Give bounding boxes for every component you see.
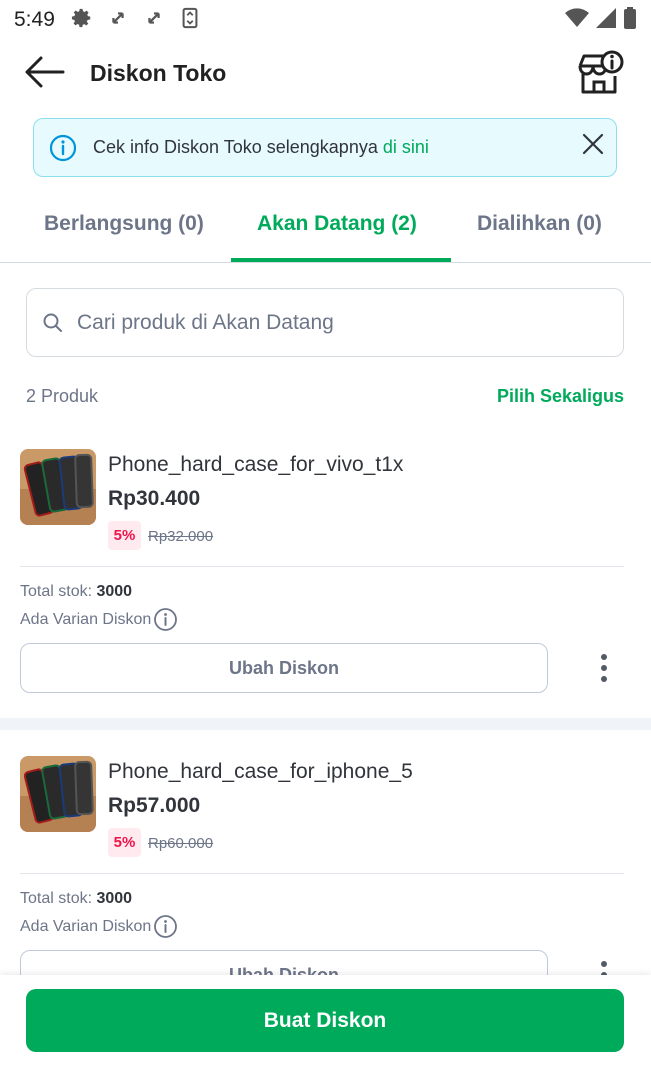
product-count: 2 Produk (26, 386, 99, 406)
product-card: Phone_hard_case_for_iphone_5 Rp57.000 5%… (0, 730, 651, 975)
card-separator (0, 718, 651, 730)
battery-icon (623, 6, 637, 34)
product-image[interactable] (20, 449, 96, 525)
info-banner: Cek info Diskon Toko selengkapnya di sin… (33, 118, 617, 177)
card-divider (20, 873, 624, 874)
product-image[interactable] (20, 756, 96, 832)
stock-info: Total stok: 3000 (20, 890, 132, 908)
tab-bar: Berlangsung (0) Akan Datang (2) Dialihka… (0, 195, 651, 263)
status-time: 5:49 (14, 8, 55, 31)
create-discount-button[interactable]: Buat Diskon (26, 989, 624, 1052)
info-icon[interactable] (153, 607, 178, 637)
tab-berlangsung[interactable]: Berlangsung (0) (44, 212, 204, 236)
stock-value: 3000 (96, 890, 133, 907)
product-name[interactable]: Phone_hard_case_for_iphone_5 (108, 760, 413, 784)
page-title: Diskon Toko (90, 60, 227, 86)
tab-akan-datang[interactable]: Akan Datang (2) (257, 212, 417, 236)
tab-dialihkan[interactable]: Dialihkan (0) (477, 212, 602, 236)
original-price: Rp32.000 (148, 528, 214, 545)
sync-icon (143, 7, 165, 34)
status-bar: 5:49 (0, 0, 651, 40)
back-button[interactable] (22, 56, 66, 92)
status-icons-right (565, 6, 637, 34)
discount-badge: 5% (108, 521, 141, 550)
gear-icon (71, 7, 93, 34)
info-icon[interactable] (153, 914, 178, 944)
sync-icon (107, 7, 129, 34)
wifi-icon (565, 7, 589, 34)
signal-icon (595, 7, 617, 34)
select-all-link[interactable]: Pilih Sekaligus (497, 386, 624, 407)
card-divider (20, 566, 624, 567)
active-tab-indicator (231, 258, 451, 262)
close-icon[interactable] (580, 131, 606, 157)
variant-label: Ada Varian Diskon (20, 611, 152, 628)
info-banner-link[interactable]: di sini (383, 137, 429, 157)
shop-info-icon (576, 50, 624, 100)
app-header: Diskon Toko (0, 40, 651, 110)
bottom-action-bar: Buat Diskon (0, 975, 651, 1075)
edit-discount-button[interactable]: Ubah Diskon (20, 643, 548, 693)
search-input[interactable] (77, 301, 607, 345)
product-price: Rp57.000 (108, 794, 201, 817)
stock-value: 3000 (96, 583, 133, 600)
info-banner-message: Cek info Diskon Toko selengkapnya (93, 137, 378, 157)
info-icon (49, 134, 77, 167)
edit-discount-button[interactable]: Ubah Diskon (20, 950, 548, 975)
arrow-left-icon (23, 55, 65, 94)
status-icons-left (71, 7, 201, 34)
more-options-icon[interactable] (592, 651, 616, 685)
search-box (26, 288, 624, 357)
more-options-icon[interactable] (592, 958, 616, 975)
product-price: Rp30.400 (108, 487, 201, 510)
variant-label: Ada Varian Diskon (20, 918, 152, 935)
stock-label: Total stok: (20, 583, 93, 600)
shop-info-button[interactable] (576, 50, 624, 96)
original-price: Rp60.000 (148, 835, 214, 852)
stock-label: Total stok: (20, 890, 93, 907)
screenshot-icon (179, 7, 201, 34)
stock-info: Total stok: 3000 (20, 583, 132, 601)
info-banner-text: Cek info Diskon Toko selengkapnya di sin… (93, 137, 429, 158)
product-card: Phone_hard_case_for_vivo_t1x Rp30.400 5%… (0, 425, 651, 718)
discount-badge: 5% (108, 828, 141, 857)
list-meta-row: 2 Produk Pilih Sekaligus (26, 386, 624, 408)
product-name[interactable]: Phone_hard_case_for_vivo_t1x (108, 453, 403, 477)
search-icon (42, 312, 64, 339)
